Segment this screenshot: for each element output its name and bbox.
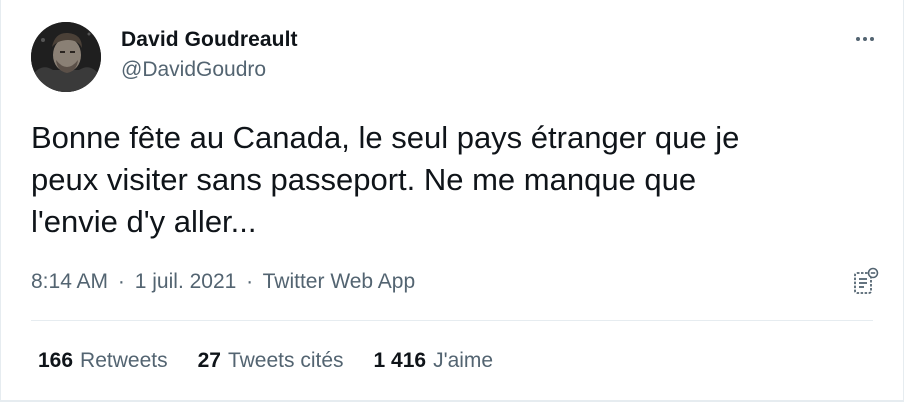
bottom-border (1, 400, 903, 401)
meta-separator: · (246, 270, 254, 293)
retweets-count: 166 (38, 349, 74, 372)
tweet-stats: 166 Retweets 27 Tweets cités 1 416 J'aime (38, 349, 523, 373)
author-name[interactable]: David Goudreault (121, 28, 298, 52)
retweets-label: Retweets (80, 349, 168, 372)
author-handle[interactable]: @DavidGoudro (121, 58, 266, 82)
quotes-label: Tweets cités (227, 349, 344, 372)
tweet-meta: 8:14 AM · 1 juil. 2021 · Twitter Web App (31, 270, 415, 294)
divider (31, 320, 873, 321)
tweet-date[interactable]: 1 juil. 2021 (135, 270, 237, 293)
likes-label: J'aime (433, 349, 494, 372)
more-options-button[interactable] (849, 24, 881, 54)
analytics-button[interactable] (849, 266, 881, 298)
quotes-stat[interactable]: 27 Tweets cités (198, 349, 344, 373)
quotes-count: 27 (197, 349, 221, 372)
analytics-icon (854, 267, 879, 294)
avatar[interactable] (31, 22, 101, 92)
tweet-text: Bonne fête au Canada, le seul pays étran… (31, 120, 740, 239)
retweets-stat[interactable]: 166 Retweets (38, 349, 168, 373)
meta-separator: · (117, 270, 125, 293)
likes-count: 1 416 (373, 349, 427, 372)
avatar-photo (31, 22, 101, 92)
tweet-card: David Goudreault @DavidGoudro Bonne fête… (0, 0, 904, 402)
tweet-source[interactable]: Twitter Web App (263, 270, 416, 293)
likes-stat[interactable]: 1 416 J'aime (374, 349, 494, 373)
more-horizontal-icon (856, 37, 874, 41)
tweet-time[interactable]: 8:14 AM (31, 270, 108, 293)
